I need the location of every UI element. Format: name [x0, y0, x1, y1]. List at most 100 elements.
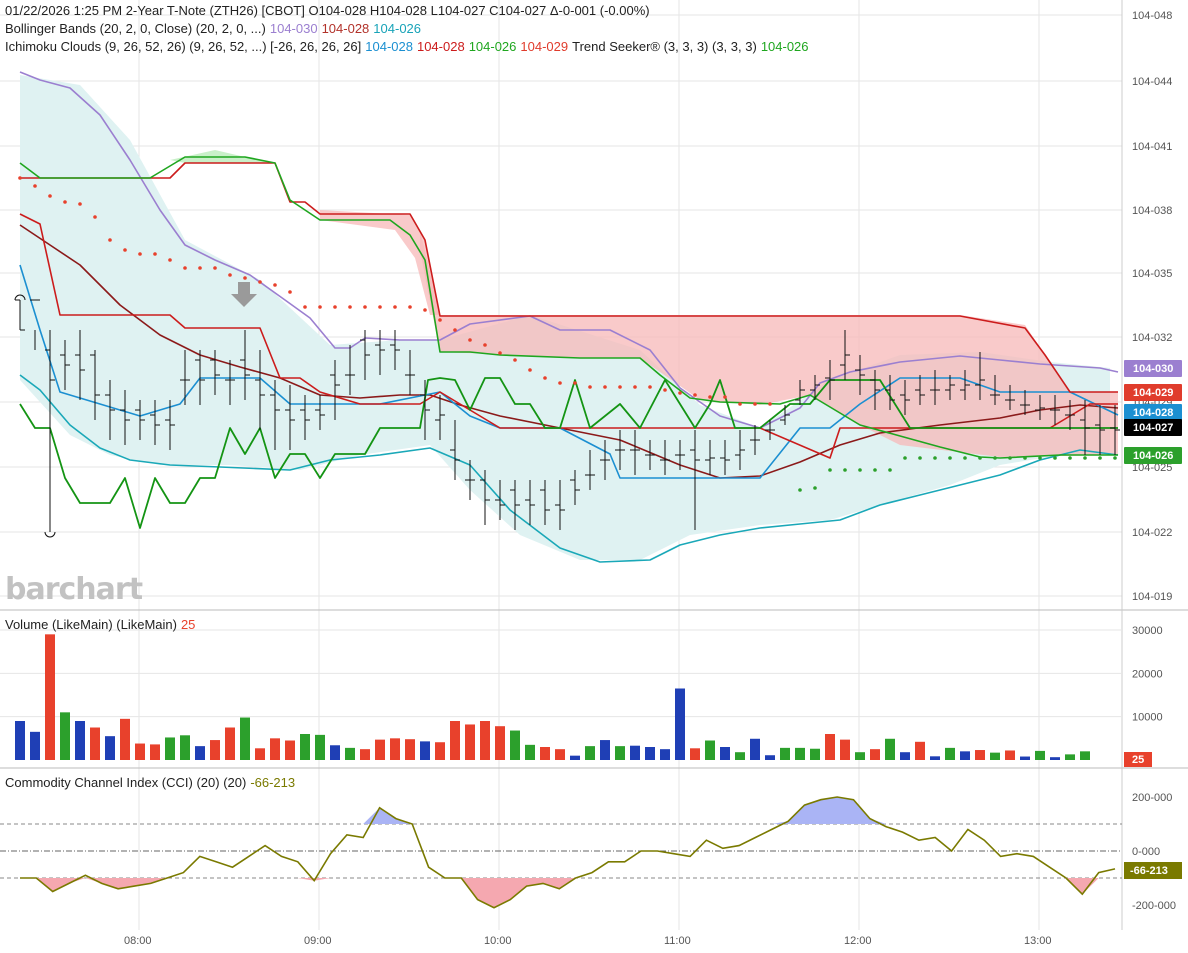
cci-line	[20, 796, 1116, 909]
trend-seeker-dot-red	[48, 194, 52, 198]
trend-seeker-dot-red	[708, 395, 712, 399]
volume-bar	[90, 727, 100, 760]
volume-bar	[120, 718, 130, 760]
volume-bar	[105, 736, 115, 760]
trend-seeker-dot-red	[408, 305, 412, 309]
volume-tick-label: 20000	[1132, 668, 1163, 680]
trend-seeker-dot-green	[948, 456, 952, 460]
volume-bar	[495, 726, 505, 760]
price-tick-label: 104-048	[1132, 10, 1172, 22]
volume-bar	[750, 738, 760, 760]
volume-bar	[705, 740, 715, 760]
trend-seeker-dot-red	[753, 402, 757, 406]
volume-bar	[645, 747, 655, 760]
trend-seeker-dot-green	[888, 468, 892, 472]
trend-seeker-dot-green	[978, 456, 982, 460]
trend-seeker-dot-red	[543, 376, 547, 380]
time-tick-label: 12:00	[844, 935, 872, 947]
cci-line	[20, 796, 1116, 909]
trend-seeker-dot-red	[213, 266, 217, 270]
trend-seeker-dot-red	[303, 305, 307, 309]
low-marker-icon	[44, 531, 56, 538]
ichimoku-v3: 104-026	[468, 39, 517, 54]
volume-bar	[285, 740, 295, 760]
trend-seeker-dot-red	[483, 343, 487, 347]
volume-bar	[30, 731, 40, 760]
ichimoku-v4: 104-029	[520, 39, 569, 54]
volume-tick-label: 30000	[1132, 625, 1163, 637]
cci-label: Commodity Channel Index (CCI) (20) (20)	[5, 775, 247, 790]
cci-tag-label: -66-213	[1130, 865, 1168, 877]
trend-seeker-dot-red	[498, 351, 502, 355]
volume-bar	[180, 735, 190, 760]
volume-bar	[525, 744, 535, 760]
trend-seeker-dot-red	[243, 276, 247, 280]
bb-mid-value: 104-028	[321, 21, 370, 36]
trend-seeker-dot-red	[573, 381, 577, 385]
trend-seeker-dot-green	[873, 468, 877, 472]
trend-seeker-dot-red	[453, 328, 457, 332]
trend-seeker-dot-green	[843, 468, 847, 472]
volume-bar	[540, 747, 550, 760]
trend-seeker-dot-green	[798, 488, 802, 492]
price-tag: 104-028	[1124, 404, 1182, 421]
trend-seeker-dot-green	[993, 456, 997, 460]
price-tick-label: 104-032	[1132, 332, 1172, 344]
barchart-logo: barchart	[5, 572, 143, 607]
time-tick-label: 08:00	[124, 935, 152, 947]
volume-bar	[1065, 754, 1075, 760]
volume-bar	[360, 749, 370, 760]
ichimoku-label: Ichimoku Clouds (9, 26, 52, 26) (9, 26, …	[5, 39, 362, 54]
price-tag-label: 104-030	[1133, 363, 1173, 375]
volume-tag: 25	[1124, 752, 1152, 767]
trend-seeker-label: Trend Seeker® (3, 3, 3) (3, 3, 3)	[572, 39, 757, 54]
price-tick-label: 104-044	[1132, 76, 1172, 88]
time-tick-label: 11:00	[664, 935, 691, 947]
volume-bar	[825, 734, 835, 760]
volume-bar	[225, 727, 235, 760]
trend-seeker-dot-red	[318, 305, 322, 309]
trend-seeker-dot-red	[618, 385, 622, 389]
volume-bar	[150, 744, 160, 760]
trend-seeker-dot-green	[903, 456, 907, 460]
trend-seeker-dot-red	[198, 266, 202, 270]
trend-seeker-dot-red	[678, 391, 682, 395]
trend-seeker-dot-red	[438, 318, 442, 322]
volume-bar	[855, 752, 865, 760]
trend-seeker-dot-red	[423, 308, 427, 312]
price-tag: 104-027	[1124, 419, 1182, 436]
price-tag: 104-029	[1124, 384, 1182, 401]
volume-bar	[690, 748, 700, 760]
volume-bar	[465, 724, 475, 760]
volume-bar	[675, 688, 685, 760]
trend-seeker-dot-red	[663, 388, 667, 392]
volume-value: 25	[180, 617, 196, 632]
trend-seeker-dot-red	[588, 385, 592, 389]
volume-bar	[930, 756, 940, 760]
bb-upper-value: 104-030	[269, 21, 318, 36]
trend-seeker-dot-red	[393, 305, 397, 309]
trend-seeker-dot-red	[693, 393, 697, 397]
volume-bar	[1035, 750, 1045, 760]
volume-bar	[990, 752, 1000, 760]
volume-bar	[135, 743, 145, 760]
trend-seeker-dot-red	[558, 381, 562, 385]
volume-bar	[45, 634, 55, 760]
cci-overbought-fill	[20, 797, 1115, 824]
volume-bar	[240, 717, 250, 760]
trend-seeker-dot-green	[1113, 456, 1117, 460]
volume-bar	[570, 755, 580, 760]
volume-bar	[1005, 750, 1015, 760]
trend-seeker-dot-red	[183, 266, 187, 270]
price-tick-label: 104-019	[1132, 591, 1172, 603]
volume-bar	[960, 751, 970, 760]
volume-bar	[375, 739, 385, 760]
trend-seeker-dot-red	[138, 252, 142, 256]
volume-bar	[945, 747, 955, 760]
volume-bar	[660, 749, 670, 760]
volume-label: Volume (LikeMain) (LikeMain)	[5, 617, 177, 632]
trend-seeker-dot-green	[918, 456, 922, 460]
cci-legend: Commodity Channel Index (CCI) (20) (20) -…	[5, 775, 299, 790]
trend-seeker-dot-red	[78, 202, 82, 206]
volume-bar	[915, 741, 925, 760]
